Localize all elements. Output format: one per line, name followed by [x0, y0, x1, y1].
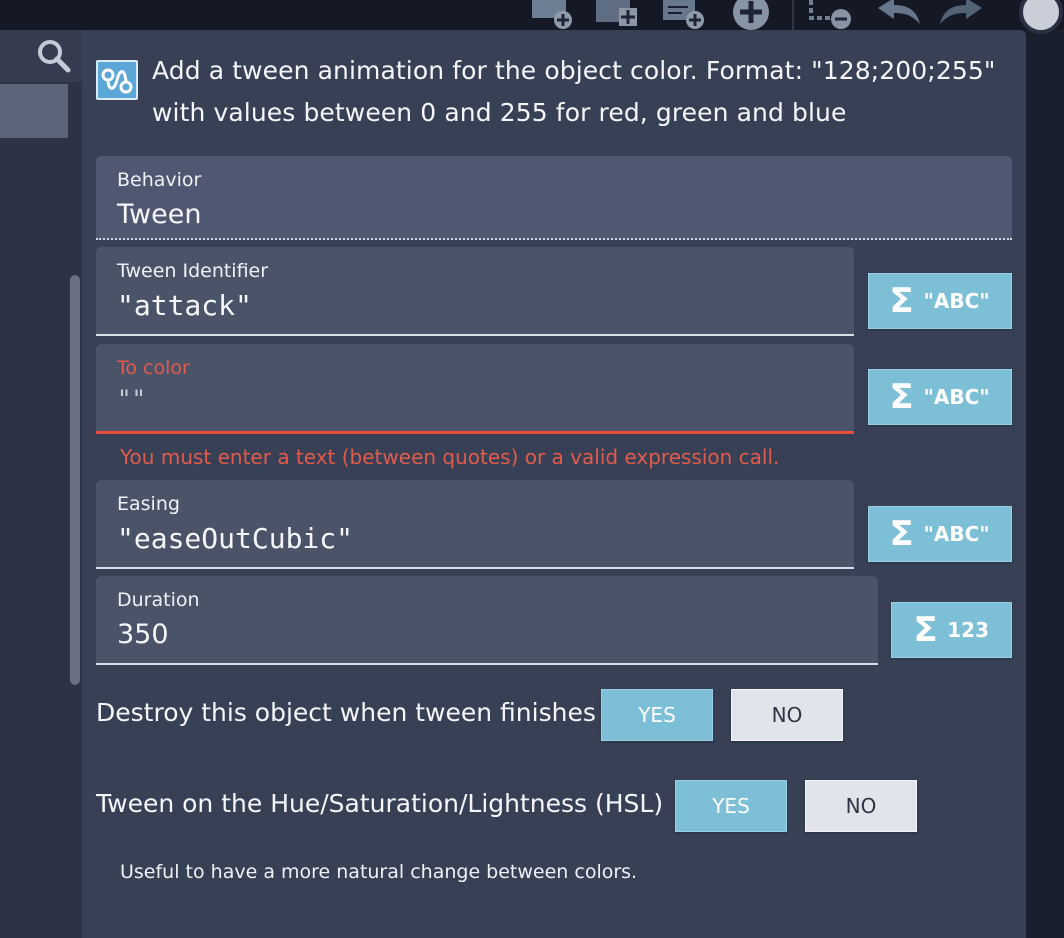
behavior-value: Tween	[117, 199, 202, 230]
hsl-yes-button[interactable]: YES	[675, 780, 787, 832]
behavior-label: Behavior	[117, 169, 202, 191]
sigma-icon: Σ	[889, 377, 915, 417]
toolbar-separator	[792, 0, 794, 30]
duration-label: Duration	[117, 589, 200, 611]
to-color-value[interactable]: ""	[117, 382, 146, 416]
left-selected-item[interactable]	[0, 84, 68, 138]
undo-icon[interactable]	[872, 0, 924, 30]
destroy-yes-button[interactable]: YES	[601, 689, 713, 741]
tween-curve-icon	[96, 60, 138, 100]
add-object-icon[interactable]	[592, 0, 642, 30]
easing-field[interactable]: Easing "easeOutCubic"	[96, 480, 854, 569]
left-scrollbar[interactable]	[70, 275, 80, 685]
add-circle-icon[interactable]	[724, 0, 774, 30]
right-strip	[1026, 30, 1064, 938]
easing-label: Easing	[117, 493, 180, 515]
app-root: Add a tween animation for the object col…	[0, 0, 1064, 938]
hsl-help-text: Useful to have a more natural change bet…	[120, 861, 638, 883]
hsl-label: Tween on the Hue/Saturation/Lightness (H…	[96, 789, 664, 818]
destroy-no-button[interactable]: NO	[731, 689, 843, 741]
tween-identifier-field[interactable]: Tween Identifier "attack"	[96, 247, 854, 336]
to-color-expression-button[interactable]: Σ "ABC"	[868, 369, 1012, 425]
redo-icon[interactable]	[936, 0, 988, 30]
tween-identifier-label: Tween Identifier	[117, 260, 269, 282]
text-type-label: "ABC"	[923, 385, 990, 409]
sigma-icon: Σ	[889, 514, 915, 554]
tween-identifier-expression-button[interactable]: Σ "ABC"	[868, 273, 1012, 329]
remove-item-icon[interactable]	[805, 0, 861, 30]
text-type-label: "ABC"	[923, 289, 990, 313]
to-color-label: To color	[117, 357, 190, 379]
add-scene-icon[interactable]	[528, 0, 578, 30]
number-type-label: 123	[947, 618, 989, 642]
add-resource-icon[interactable]	[660, 0, 710, 30]
duration-expression-button[interactable]: Σ 123	[891, 602, 1012, 658]
left-panel	[0, 30, 82, 938]
instruction-description: Add a tween animation for the object col…	[152, 56, 996, 127]
destroy-object-label: Destroy this object when tween finishes	[96, 698, 596, 727]
behavior-select[interactable]: Behavior Tween	[96, 156, 1012, 240]
duration-field[interactable]: Duration 350	[96, 576, 878, 665]
to-color-field[interactable]: To color ""	[96, 344, 854, 434]
tween-identifier-value[interactable]: "attack"	[117, 289, 252, 323]
duration-value[interactable]: 350	[117, 618, 169, 652]
sigma-icon: Σ	[913, 610, 938, 650]
easing-value[interactable]: "easeOutCubic"	[117, 522, 353, 556]
easing-expression-button[interactable]: Σ "ABC"	[868, 506, 1012, 562]
sigma-icon: Σ	[889, 281, 915, 321]
instruction-dialog: Add a tween animation for the object col…	[82, 30, 1026, 938]
left-search-box[interactable]	[0, 30, 82, 82]
search-icon[interactable]	[36, 38, 72, 74]
to-color-error-message: You must enter a text (between quotes) o…	[120, 445, 780, 469]
text-type-label: "ABC"	[923, 522, 990, 546]
top-toolbar	[0, 0, 1064, 30]
hsl-no-button[interactable]: NO	[805, 780, 917, 832]
